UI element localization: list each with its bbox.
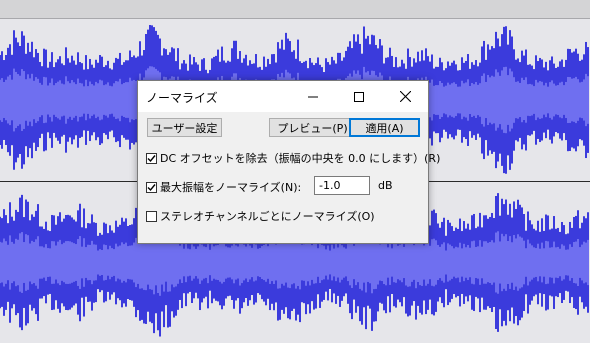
max-amplitude-input[interactable]: -1.0 xyxy=(314,176,370,195)
dialog-titlebar[interactable]: ノーマライズ xyxy=(138,81,428,112)
maximize-icon xyxy=(354,91,364,102)
minimize-icon xyxy=(308,96,318,97)
db-unit-label: dB xyxy=(378,179,393,192)
normalize-max-label: 最大振幅をノーマライズ(N): xyxy=(160,181,302,194)
normalize-dialog: ノーマライズ ユーザー設定 プレビュー(P) 適用(A) DC オフセットを除去… xyxy=(137,80,440,244)
checkmark-icon xyxy=(147,154,156,162)
user-settings-button[interactable]: ユーザー設定 xyxy=(147,118,222,137)
stereo-label: ステレオチャンネルごとにノーマライズ(O) xyxy=(160,210,375,223)
dc-offset-checkbox[interactable] xyxy=(146,152,157,164)
apply-button[interactable]: 適用(A) xyxy=(349,118,420,137)
minimize-button[interactable] xyxy=(290,81,336,112)
checkmark-icon xyxy=(147,183,156,191)
dc-offset-option[interactable]: DC オフセットを除去（振幅の中央を 0.0 にします）(R) xyxy=(146,150,440,166)
dc-offset-label: DC オフセットを除去（振幅の中央を 0.0 にします）(R) xyxy=(160,152,441,165)
top-toolbar-strip xyxy=(0,0,590,19)
normalize-max-option[interactable]: 最大振幅をノーマライズ(N): xyxy=(146,179,301,195)
normalize-max-checkbox[interactable] xyxy=(146,181,157,193)
stereo-checkbox[interactable] xyxy=(146,210,157,222)
close-button[interactable] xyxy=(382,81,428,112)
stereo-option[interactable]: ステレオチャンネルごとにノーマライズ(O) xyxy=(146,208,375,224)
dialog-title: ノーマライズ xyxy=(146,91,218,105)
close-icon xyxy=(399,91,411,102)
preview-button[interactable]: プレビュー(P) xyxy=(269,118,356,137)
maximize-button[interactable] xyxy=(336,81,382,112)
